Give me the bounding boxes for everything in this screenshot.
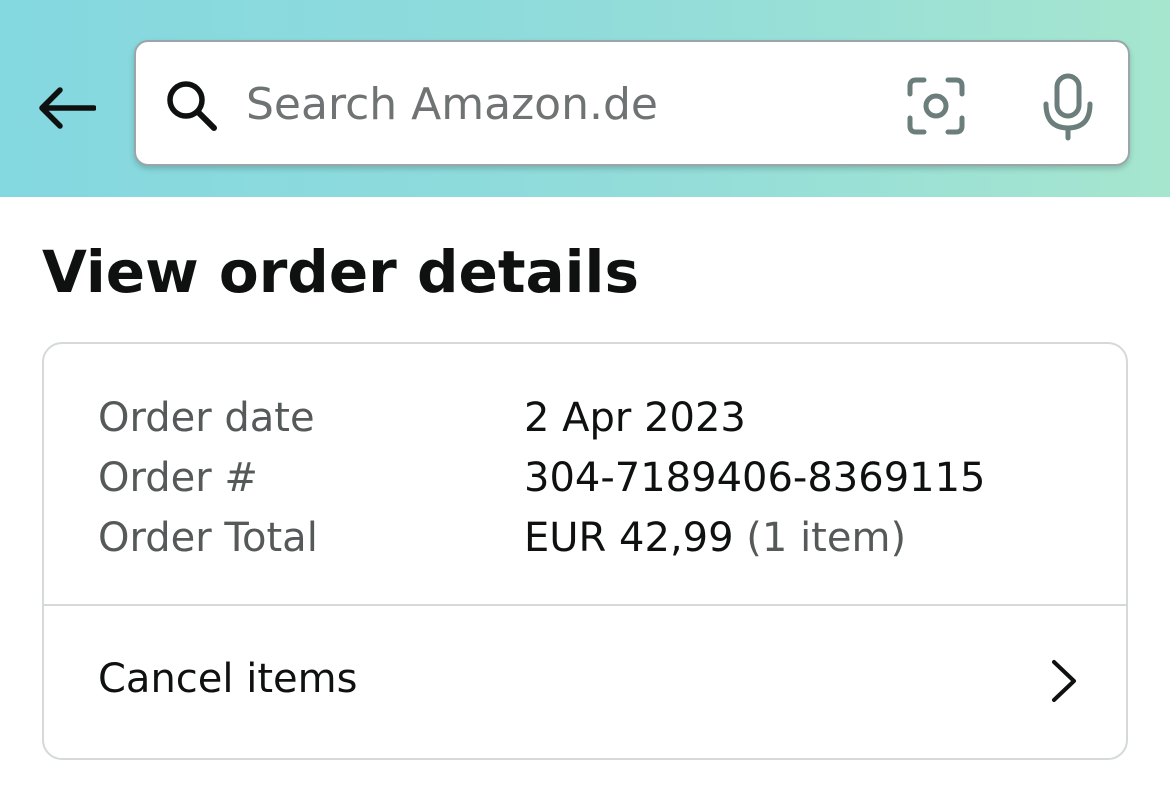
back-button[interactable] xyxy=(30,72,102,144)
order-item-count: (1 item) xyxy=(746,515,907,561)
app-header xyxy=(0,0,1170,197)
order-total-value: EUR 42,99 (1 item) xyxy=(524,515,906,561)
search-bar[interactable] xyxy=(134,40,1130,166)
order-number-value: 304-7189406-8369115 xyxy=(524,455,986,501)
camera-scan-icon[interactable] xyxy=(906,76,966,136)
search-icon xyxy=(167,81,217,131)
order-total-row: Order Total EUR 42,99 (1 item) xyxy=(98,508,986,568)
cancel-items-button[interactable]: Cancel items xyxy=(44,606,1126,760)
order-summary-card: Order date 2 Apr 2023 Order # 304-718940… xyxy=(42,342,1128,760)
order-date-value: 2 Apr 2023 xyxy=(524,395,746,441)
microphone-icon[interactable] xyxy=(1040,72,1096,142)
order-total-amount: EUR 42,99 xyxy=(524,515,734,561)
search-input[interactable] xyxy=(246,66,866,142)
order-number-label: Order # xyxy=(98,455,258,501)
arrow-left-icon xyxy=(39,87,96,129)
order-date-label: Order date xyxy=(98,395,315,441)
page-title: View order details xyxy=(42,238,639,306)
order-details-list: Order date 2 Apr 2023 Order # 304-718940… xyxy=(98,388,986,568)
chevron-right-icon xyxy=(1052,660,1076,702)
cancel-items-label: Cancel items xyxy=(98,656,358,702)
order-date-row: Order date 2 Apr 2023 xyxy=(98,388,986,448)
order-total-label: Order Total xyxy=(98,515,318,561)
order-number-row: Order # 304-7189406-8369115 xyxy=(98,448,986,508)
